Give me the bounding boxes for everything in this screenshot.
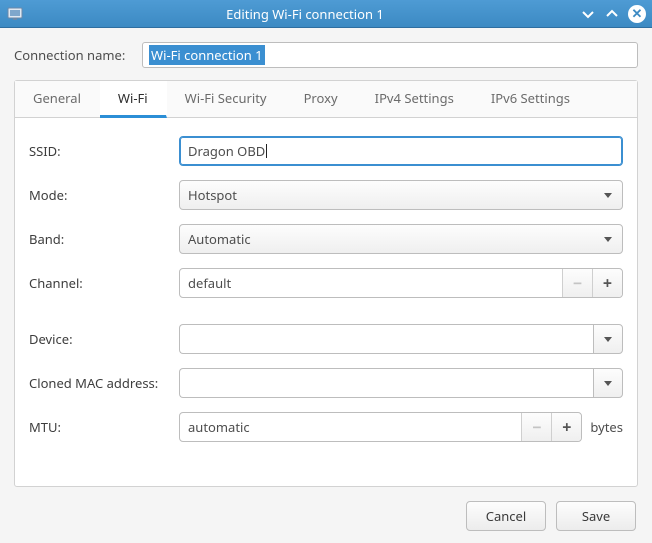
band-value: Automatic: [188, 230, 251, 248]
action-bar: Cancel Save: [14, 501, 638, 531]
mode-value: Hotspot: [188, 186, 237, 204]
save-button[interactable]: Save: [556, 501, 636, 531]
row-mtu: MTU: automatic − + bytes: [29, 412, 623, 442]
mode-select[interactable]: Hotspot: [179, 180, 623, 210]
mtu-suffix: bytes: [590, 418, 623, 436]
tab-notebook: General Wi-Fi Wi-Fi Security Proxy IPv4 …: [14, 80, 638, 487]
device-dropdown-button[interactable]: [593, 324, 623, 354]
tab-wifi-security[interactable]: Wi-Fi Security: [167, 81, 286, 117]
connection-name-label: Connection name:: [14, 46, 142, 64]
tabbar: General Wi-Fi Wi-Fi Security Proxy IPv4 …: [15, 81, 637, 118]
mtu-spin-buttons: − +: [521, 413, 581, 441]
tab-wifi[interactable]: Wi-Fi: [100, 81, 167, 118]
ssid-value: Dragon OBD: [188, 142, 265, 160]
minus-icon: −: [532, 416, 541, 438]
minus-icon: −: [573, 272, 582, 294]
close-icon: ✕: [632, 7, 643, 20]
mtu-spin[interactable]: automatic − +: [179, 412, 582, 442]
connection-name-row: Connection name: Wi-Fi connection 1: [14, 42, 638, 68]
row-channel: Channel: default − +: [29, 268, 623, 298]
ssid-input[interactable]: Dragon OBD: [179, 136, 623, 166]
chevron-down-icon: [604, 381, 612, 386]
row-cloned-mac: Cloned MAC address:: [29, 368, 623, 398]
channel-spin[interactable]: default − +: [179, 268, 623, 298]
titlebar: Editing Wi-Fi connection 1 ✕: [0, 0, 652, 28]
text-caret: [266, 144, 267, 158]
channel-spin-buttons: − +: [562, 269, 622, 297]
device-label: Device:: [29, 330, 179, 348]
chevron-down-icon: [604, 237, 612, 242]
cloned-mac-dropdown-button[interactable]: [593, 368, 623, 398]
mtu-value: automatic: [188, 418, 521, 436]
cancel-button[interactable]: Cancel: [466, 501, 546, 531]
chevron-down-icon: [604, 337, 612, 342]
device-combo[interactable]: [179, 324, 623, 354]
row-band: Band: Automatic: [29, 224, 623, 254]
tab-general[interactable]: General: [15, 81, 100, 117]
close-button[interactable]: ✕: [628, 5, 646, 23]
tab-proxy[interactable]: Proxy: [286, 81, 357, 117]
cloned-mac-label: Cloned MAC address:: [29, 374, 179, 392]
row-mode: Mode: Hotspot: [29, 180, 623, 210]
tab-ipv6-settings[interactable]: IPv6 Settings: [473, 81, 589, 117]
ssid-label: SSID:: [29, 142, 179, 160]
mtu-increase-button[interactable]: +: [551, 413, 581, 441]
connection-name-value: Wi-Fi connection 1: [149, 45, 265, 65]
channel-increase-button[interactable]: +: [592, 269, 622, 297]
mode-label: Mode:: [29, 186, 179, 204]
tab-content-wifi: SSID: Dragon OBD Mode: Hotspot: [15, 118, 637, 486]
mtu-decrease-button[interactable]: −: [521, 413, 551, 441]
minimize-button[interactable]: [580, 6, 596, 22]
plus-icon: +: [603, 272, 612, 294]
plus-icon: +: [562, 416, 571, 438]
chevron-down-icon: [604, 193, 612, 198]
band-label: Band:: [29, 230, 179, 248]
mtu-label: MTU:: [29, 418, 179, 436]
window-controls: ✕: [580, 5, 646, 23]
connection-name-input[interactable]: Wi-Fi connection 1: [142, 42, 638, 68]
channel-label: Channel:: [29, 274, 179, 292]
maximize-button[interactable]: [604, 6, 620, 22]
row-ssid: SSID: Dragon OBD: [29, 136, 623, 166]
tab-ipv4-settings[interactable]: IPv4 Settings: [357, 81, 473, 117]
band-select[interactable]: Automatic: [179, 224, 623, 254]
app-icon: [6, 5, 24, 23]
device-entry[interactable]: [179, 324, 593, 354]
row-device: Device:: [29, 324, 623, 354]
window-title: Editing Wi-Fi connection 1: [30, 5, 580, 23]
channel-decrease-button[interactable]: −: [562, 269, 592, 297]
cloned-mac-combo[interactable]: [179, 368, 623, 398]
cloned-mac-entry[interactable]: [179, 368, 593, 398]
channel-value: default: [188, 274, 562, 292]
